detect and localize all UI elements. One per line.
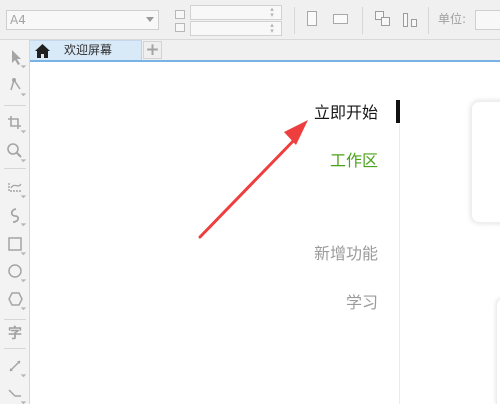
page-square-icon [381, 17, 390, 26]
text-tool-icon[interactable]: 字 [4, 324, 26, 344]
toolbox-divider [4, 319, 26, 320]
add-tab-button[interactable]: + [143, 41, 162, 59]
nav-get-started[interactable]: 立即开始 [314, 102, 378, 124]
welcome-tab-label: 欢迎屏幕 [64, 43, 113, 57]
toolbar-divider [362, 7, 363, 34]
height-dimension-icon [175, 23, 185, 32]
portrait-page-icon[interactable] [307, 11, 317, 26]
toolbox-divider [4, 105, 26, 106]
active-nav-indicator [396, 100, 400, 123]
page-width-spinner[interactable]: ▴ ▾ [262, 6, 282, 21]
welcome-tab[interactable]: 欢迎屏幕 [30, 40, 142, 60]
screen-root: A4 ▴ ▾ ▴ ▾ 单位: 字 欢迎屏幕 + 立即开始 工作区 新增功能 学习 [0, 0, 500, 404]
units-label: 单位: [438, 12, 467, 26]
parallel-dimension-tool-icon[interactable] [4, 356, 26, 376]
landscape-page-icon[interactable] [333, 14, 348, 24]
page-size-value: A4 [10, 13, 26, 27]
connector-tool-icon[interactable] [4, 383, 26, 403]
property-bar: A4 ▴ ▾ ▴ ▾ 单位: [0, 0, 500, 40]
ellipse-tool-icon[interactable] [4, 261, 26, 281]
page-bar-icon [403, 13, 408, 27]
page-size-select[interactable]: A4 [6, 10, 159, 30]
toolbox: 字 [0, 40, 30, 404]
crop-tool-icon[interactable] [4, 112, 26, 132]
pick-tool-icon[interactable] [4, 47, 26, 67]
toolbar-divider [294, 7, 295, 34]
freehand-tool-icon[interactable] [4, 177, 26, 197]
document-tab-strip: 欢迎屏幕 + [30, 40, 500, 62]
polygon-tool-icon[interactable] [4, 289, 26, 309]
nav-divider [399, 124, 400, 404]
toolbox-divider [4, 348, 26, 349]
welcome-panel: 立即开始 工作区 新增功能 学习 [30, 62, 500, 404]
rectangle-tool-icon[interactable] [4, 234, 26, 254]
shape-tool-icon[interactable] [4, 75, 26, 95]
nav-learn[interactable]: 学习 [346, 292, 378, 314]
content-card[interactable] [471, 101, 500, 223]
units-select[interactable] [475, 10, 500, 30]
page-height-spinner[interactable]: ▴ ▾ [262, 22, 282, 37]
artistic-media-tool-icon[interactable] [4, 205, 26, 225]
zoom-tool-icon[interactable] [4, 141, 26, 161]
page-bar-icon [411, 19, 417, 27]
current-page-icon[interactable] [401, 10, 419, 28]
text-tool-label: 字 [8, 326, 22, 342]
toolbar-divider [428, 7, 429, 34]
page-dimension-icons [173, 7, 187, 35]
home-icon [34, 43, 51, 59]
width-dimension-icon [175, 10, 185, 19]
chevron-down-icon [146, 17, 154, 22]
content-card[interactable] [496, 298, 500, 404]
toolbox-divider [4, 168, 26, 169]
nav-workspace[interactable]: 工作区 [330, 150, 378, 172]
nav-whats-new[interactable]: 新增功能 [314, 243, 378, 265]
all-pages-icon[interactable] [374, 10, 392, 28]
